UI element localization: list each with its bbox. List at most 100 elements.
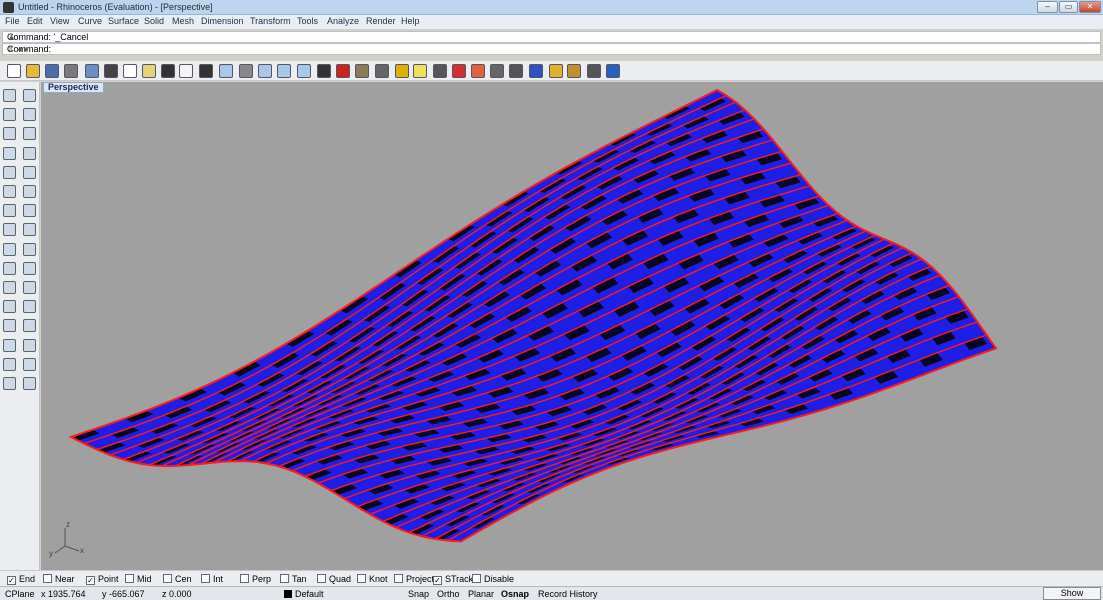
osnap-project[interactable]: Project — [394, 573, 434, 585]
toolbar-button-grid-options[interactable] — [586, 63, 602, 79]
toolbar-button-help[interactable] — [605, 63, 621, 79]
checkbox-icon[interactable]: ✓ — [433, 576, 442, 585]
toolbar-button-undo[interactable] — [160, 63, 176, 79]
toolbar-button-pan-hand[interactable] — [178, 63, 194, 79]
checkbox-icon[interactable] — [201, 574, 210, 583]
snap-toggle[interactable]: Snap — [408, 588, 429, 600]
osnap-int[interactable]: Int — [201, 573, 223, 585]
toolbar-button-rotate-view[interactable] — [238, 63, 254, 79]
checkbox-icon[interactable] — [357, 574, 366, 583]
sidebar-button-group[interactable] — [2, 299, 18, 315]
command-line[interactable]: Command: ⇕ ◂ ▸ — [2, 43, 1101, 55]
rhino-app-icon[interactable] — [3, 2, 14, 13]
menu-solid[interactable]: Solid — [144, 16, 164, 26]
sidebar-button-ruler[interactable] — [22, 376, 38, 392]
checkbox-icon[interactable] — [280, 574, 289, 583]
checkbox-icon[interactable] — [394, 574, 403, 583]
sidebar-button-text[interactable] — [22, 184, 38, 200]
toolbar-button-mesh-sphere[interactable] — [508, 63, 524, 79]
sidebar-button-mesh[interactable] — [22, 242, 38, 258]
osnap-end[interactable]: ✓ End — [7, 573, 35, 585]
checkbox-icon[interactable]: ✓ — [7, 576, 16, 585]
checkbox-icon[interactable] — [317, 574, 326, 583]
sidebar-button-boolean[interactable] — [22, 222, 38, 238]
toolbar-button-new-file[interactable] — [6, 63, 22, 79]
menu-tools[interactable]: Tools — [297, 16, 318, 26]
current-layer[interactable]: Default — [295, 588, 324, 600]
menu-mesh[interactable]: Mesh — [172, 16, 194, 26]
ortho-toggle[interactable]: Ortho — [437, 588, 460, 600]
osnap-knot[interactable]: Knot — [357, 573, 388, 585]
sidebar-button-polygon[interactable] — [2, 184, 18, 200]
menu-dimension[interactable]: Dimension — [201, 16, 244, 26]
toolbar-button-gear[interactable] — [566, 63, 582, 79]
osnap-point[interactable]: ✓ Point — [86, 573, 119, 585]
toolbar-button-copy[interactable] — [122, 63, 138, 79]
menu-analyze[interactable]: Analyze — [327, 16, 359, 26]
toolbar-button-zoom[interactable] — [218, 63, 234, 79]
sidebar-button-surface[interactable] — [2, 203, 18, 219]
wavy-surface-model[interactable] — [68, 88, 998, 543]
menu-render[interactable]: Render — [366, 16, 396, 26]
sidebar-button-explode[interactable] — [2, 261, 18, 277]
sidebar-button-extrude[interactable] — [22, 203, 38, 219]
toolbar-button-zoom-selected[interactable] — [276, 63, 292, 79]
command-history[interactable]: Command: '_Cancel ▲ — [2, 31, 1101, 43]
layer-color-swatch[interactable] — [284, 590, 292, 598]
sidebar-button-ellipse[interactable] — [2, 165, 18, 181]
show-desktop-button[interactable]: Show desktop — [1043, 587, 1101, 600]
toolbar-button-zoom-window[interactable] — [296, 63, 312, 79]
sidebar-button-polyline[interactable] — [2, 107, 18, 123]
sidebar-button-snap-cube[interactable] — [2, 376, 18, 392]
close-button[interactable]: ✕ — [1079, 1, 1101, 13]
toolbar-button-render[interactable] — [528, 63, 544, 79]
toolbar-button-car[interactable] — [335, 63, 351, 79]
checkbox-icon[interactable] — [163, 574, 172, 583]
toolbar-button-cplane[interactable] — [374, 63, 390, 79]
toolbar-button-save-small[interactable] — [84, 63, 100, 79]
menu-view[interactable]: View — [50, 16, 69, 26]
sidebar-button-join[interactable] — [22, 280, 38, 296]
osnap-disable[interactable]: Disable — [472, 573, 514, 585]
menu-edit[interactable]: Edit — [27, 16, 43, 26]
osnap-toggle[interactable]: Osnap — [501, 588, 529, 600]
sidebar-button-bend[interactable] — [2, 318, 18, 334]
toolbar-button-render-sphere[interactable] — [489, 63, 505, 79]
checkbox-icon[interactable] — [472, 574, 481, 583]
sidebar-button-analyze[interactable] — [22, 357, 38, 373]
toolbar-button-move[interactable] — [198, 63, 214, 79]
toolbar-button-paste[interactable] — [141, 63, 157, 79]
osnap-mid[interactable]: Mid — [125, 573, 152, 585]
sidebar-button-trim[interactable] — [22, 261, 38, 277]
sidebar-button-box[interactable] — [2, 222, 18, 238]
toolbar-button-select[interactable] — [394, 63, 410, 79]
toolbar-button-light-bulb[interactable] — [412, 63, 428, 79]
minimize-button[interactable]: – — [1037, 1, 1058, 13]
sidebar-button-eye[interactable] — [22, 126, 38, 142]
sidebar-button-rectangle[interactable] — [22, 146, 38, 162]
checkbox-icon[interactable] — [125, 574, 134, 583]
toolbar-button-color-wheel[interactable] — [470, 63, 486, 79]
command-nav-icons[interactable]: ⇕ ◂ ▸ — [7, 44, 1096, 55]
checkbox-icon[interactable] — [240, 574, 249, 583]
sidebar-button-fillet-curve[interactable] — [22, 165, 38, 181]
sidebar-button-point[interactable] — [22, 88, 38, 104]
menu-curve[interactable]: Curve — [78, 16, 102, 26]
menu-surface[interactable]: Surface — [108, 16, 139, 26]
model-view[interactable]: z x y — [41, 82, 1103, 570]
sidebar-button-arc[interactable] — [2, 146, 18, 162]
perspective-viewport[interactable]: Perspective z x y — [41, 82, 1103, 570]
cplane-label[interactable]: CPlane — [5, 588, 35, 600]
sidebar-button-scale[interactable] — [22, 318, 38, 334]
toolbar-button-layer[interactable] — [451, 63, 467, 79]
maximize-button[interactable]: ▭ — [1059, 1, 1078, 13]
history-scroll-icon[interactable]: ▲ — [7, 32, 1096, 43]
sidebar-button-curve[interactable] — [22, 107, 38, 123]
osnap-cen[interactable]: Cen — [163, 573, 192, 585]
planar-toggle[interactable]: Planar — [468, 588, 494, 600]
toolbar-button-viewport-layout[interactable] — [316, 63, 332, 79]
menu-transform[interactable]: Transform — [250, 16, 291, 26]
toolbar-button-open-folder[interactable] — [25, 63, 41, 79]
toolbar-button-named-view[interactable] — [354, 63, 370, 79]
toolbar-button-zoom-extents[interactable] — [257, 63, 273, 79]
